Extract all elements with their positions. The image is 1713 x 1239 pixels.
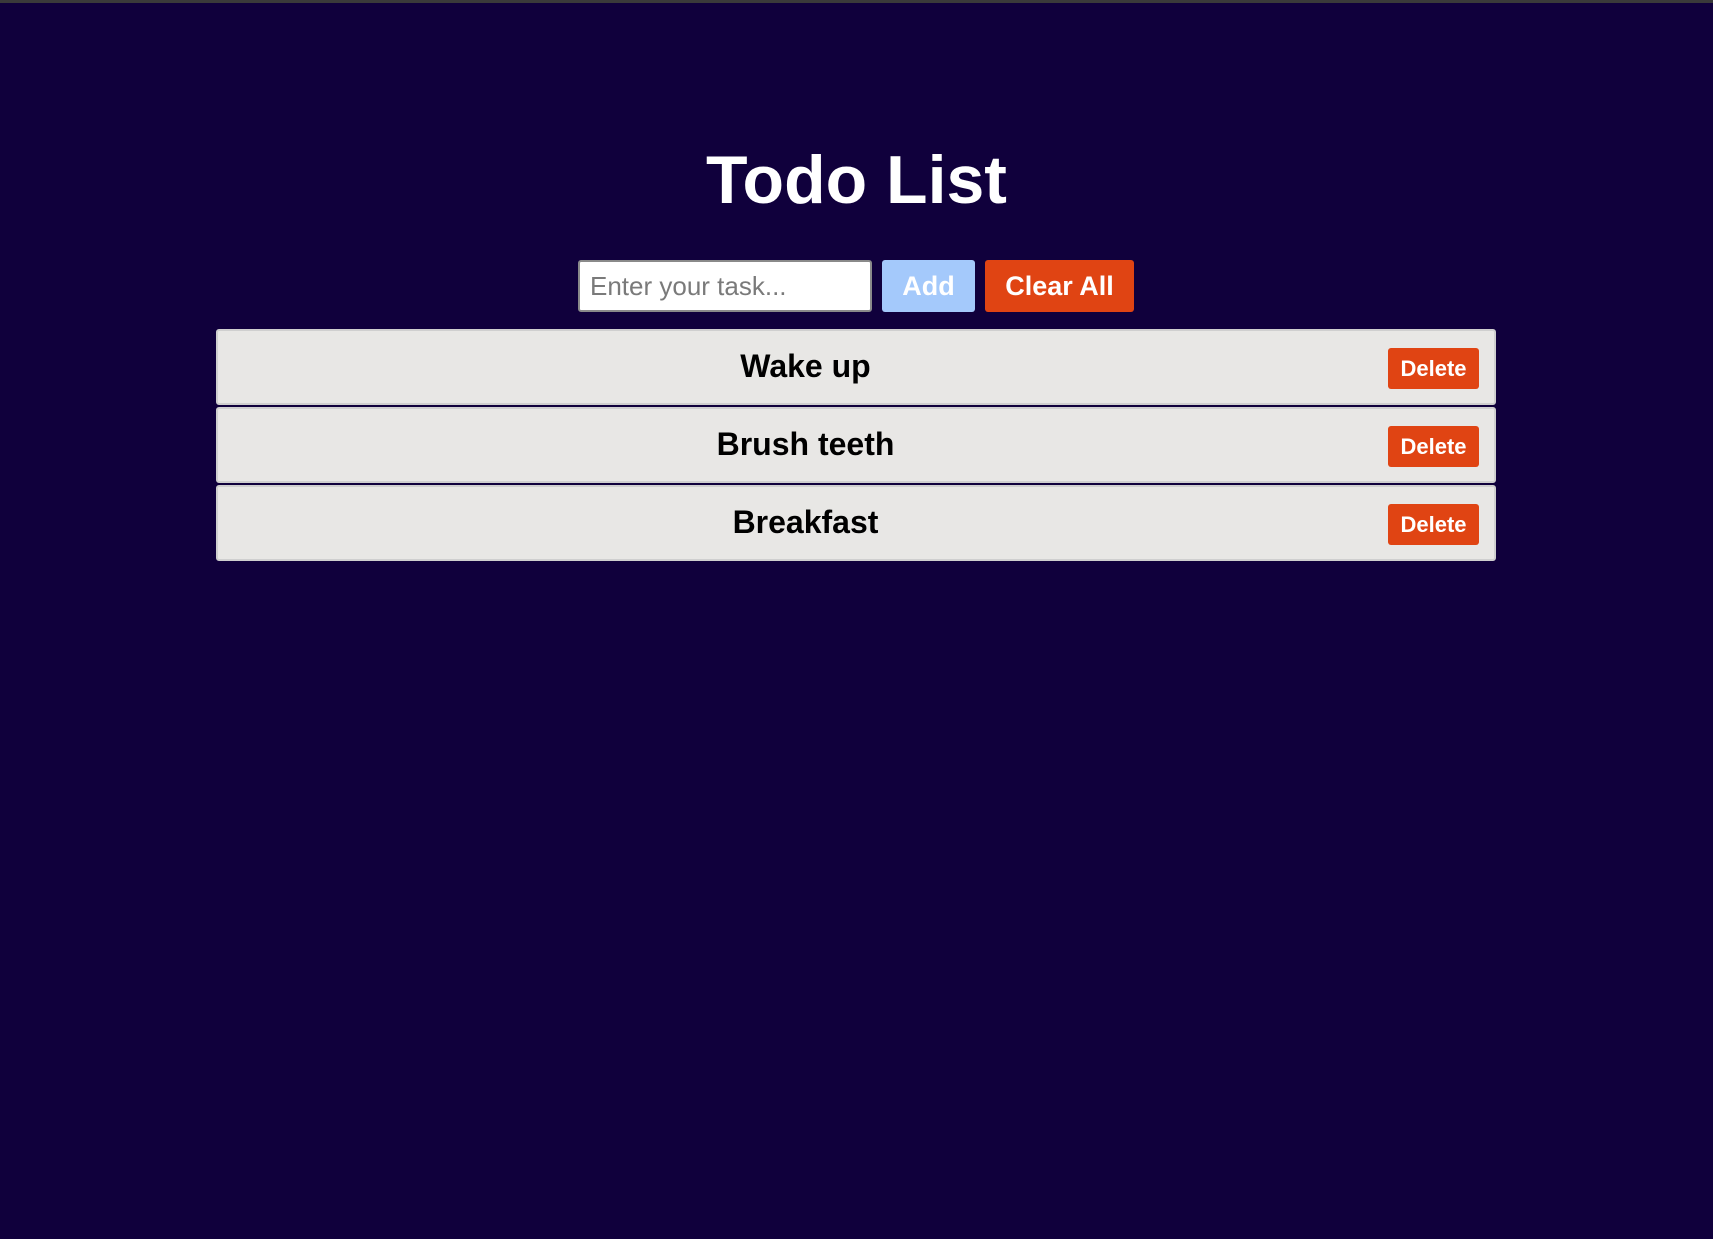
page-title: Todo List xyxy=(706,142,1007,218)
delete-button[interactable]: Delete xyxy=(1388,348,1479,389)
todo-item-text: Brush teeth xyxy=(716,426,895,462)
todo-item: Wake up Delete xyxy=(216,329,1496,405)
delete-button[interactable]: Delete xyxy=(1388,504,1479,545)
todo-item: Breakfast Delete xyxy=(216,485,1496,561)
add-task-form: Add Clear All xyxy=(578,260,1134,312)
task-input[interactable] xyxy=(578,260,872,312)
todo-item-text: Breakfast xyxy=(732,504,879,540)
clear-all-button[interactable]: Clear All xyxy=(985,260,1134,312)
add-button[interactable]: Add xyxy=(882,260,975,312)
todo-item-text: Wake up xyxy=(740,348,871,384)
todo-item: Brush teeth Delete xyxy=(216,407,1496,483)
todo-list: Wake up Delete Brush teeth Delete Breakf… xyxy=(216,329,1496,563)
window-top-edge xyxy=(0,0,1713,3)
delete-button[interactable]: Delete xyxy=(1388,426,1479,467)
